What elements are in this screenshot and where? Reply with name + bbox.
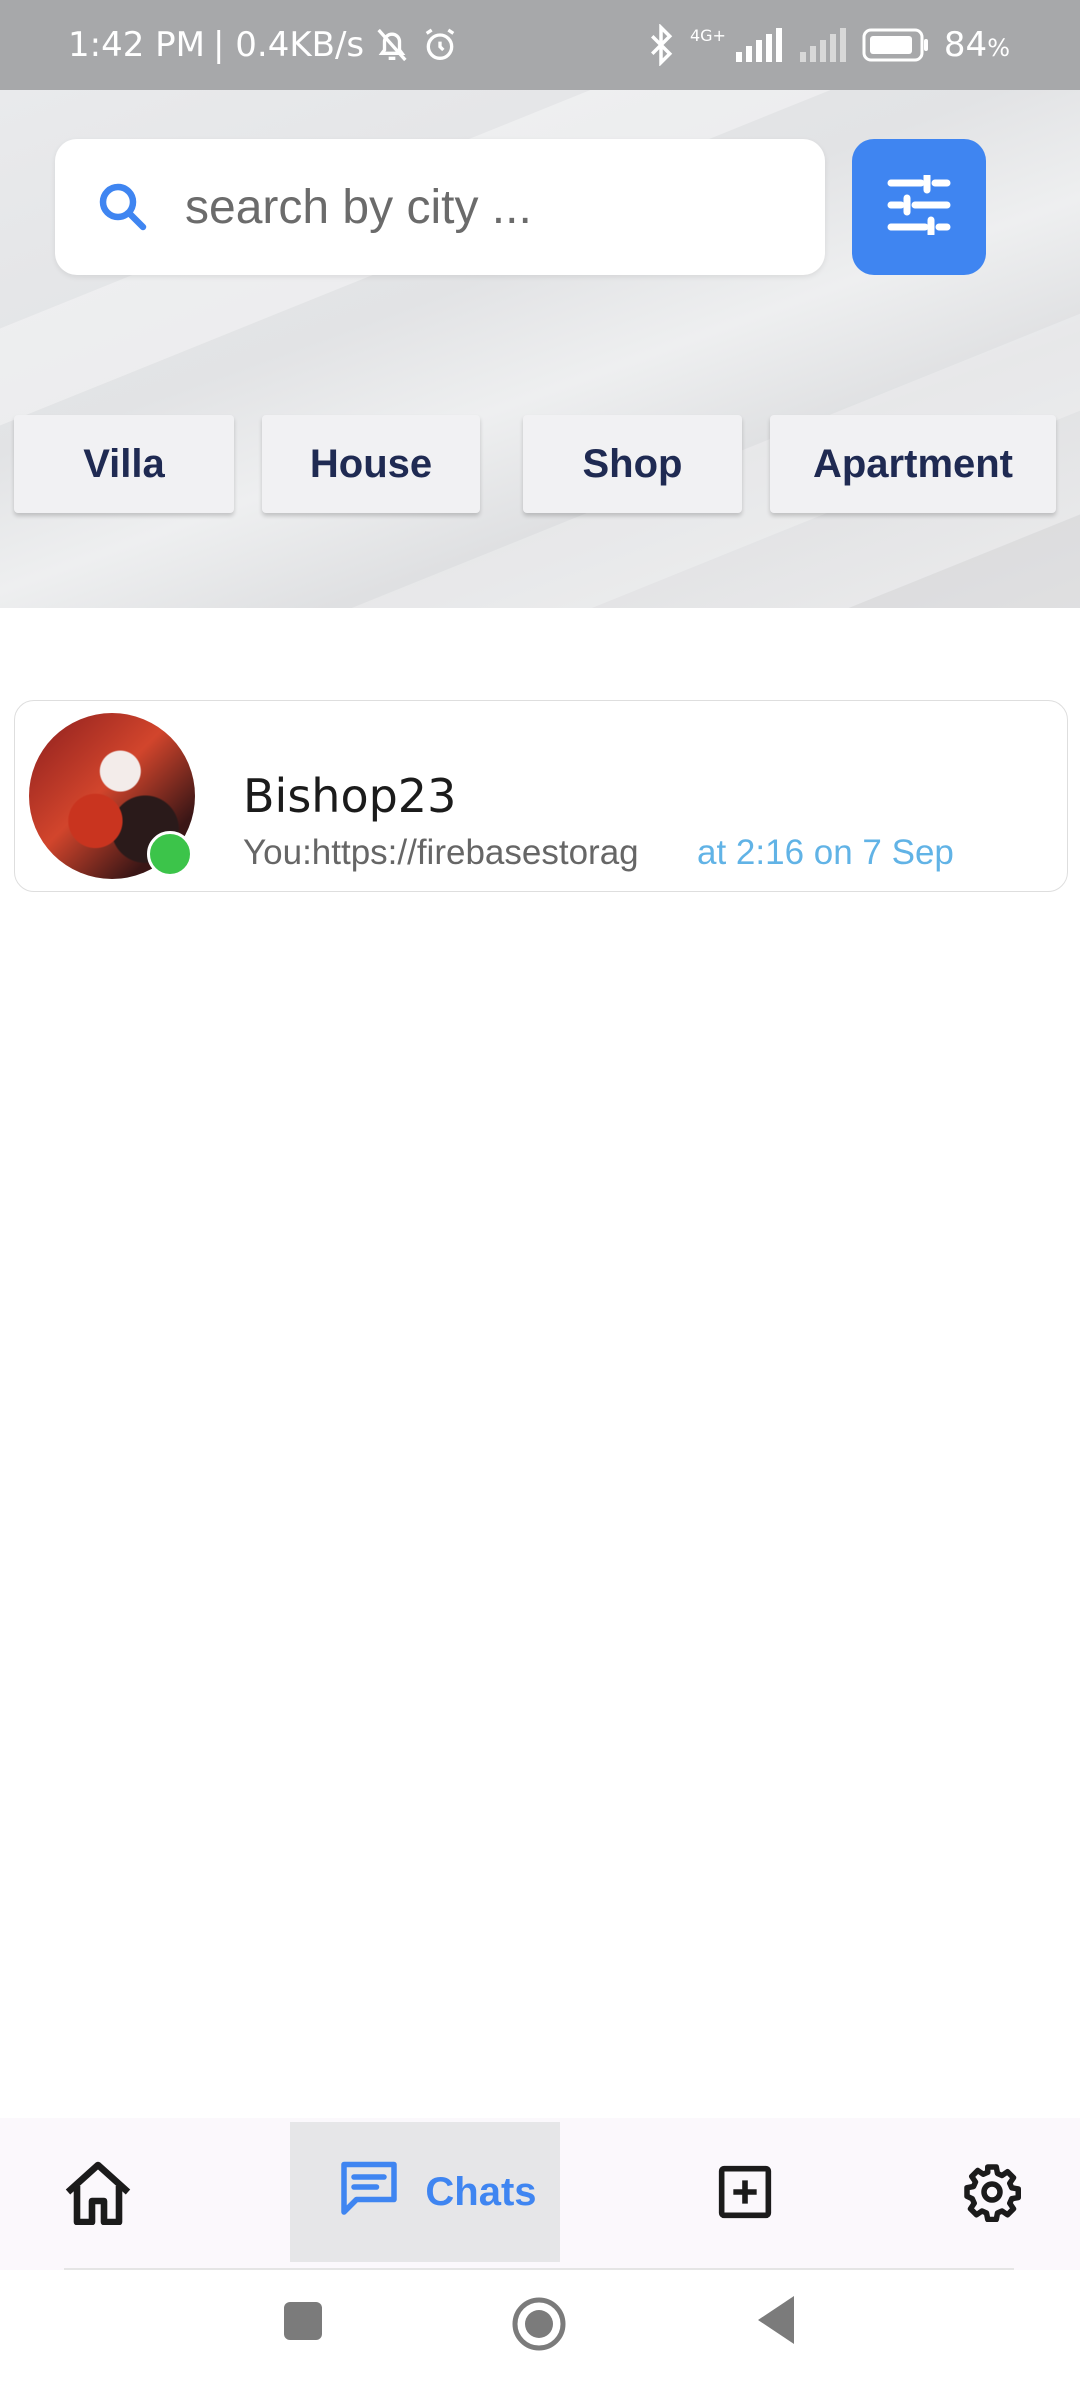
system-navigation-bar (0, 2272, 1080, 2400)
nav-chats[interactable]: Chats (290, 2122, 560, 2262)
nav-add[interactable] (695, 2118, 795, 2270)
back-button[interactable] (754, 2294, 796, 2351)
nav-home[interactable] (48, 2118, 148, 2270)
nav-divider (64, 2268, 1014, 2270)
recents-button[interactable] (282, 2300, 324, 2347)
header-banner: Villa House Shop Apartment (0, 90, 1080, 608)
status-time: 1:42 PM (68, 25, 205, 65)
category-chip-villa[interactable]: Villa (14, 415, 234, 513)
gear-icon (962, 2162, 1022, 2227)
status-bar: 1:42 PM | 0.4KB/s 4G+ 84% (0, 0, 1080, 90)
chat-name: Bishop23 (243, 769, 457, 823)
status-speed: | 0.4KB/s (213, 25, 365, 65)
category-chip-apartment[interactable]: Apartment (770, 415, 1056, 513)
add-box-icon (717, 2164, 773, 2225)
signal-icon (734, 28, 784, 62)
chat-icon (339, 2159, 399, 2225)
chat-timestamp: at 2:16 on 7 Sep (697, 833, 954, 872)
nav-chats-label: Chats (425, 2169, 537, 2214)
bell-off-icon (372, 25, 412, 65)
category-chip-house[interactable]: House (262, 415, 480, 513)
battery-icon (862, 28, 930, 62)
chat-last-message: You:https://firebasestorag (243, 833, 639, 872)
search-input[interactable] (183, 178, 787, 236)
bottom-navigation: Chats (0, 2118, 1080, 2270)
battery-level: 84 (943, 25, 988, 65)
sliders-icon (885, 172, 953, 240)
network-type: 4G+ (689, 26, 726, 45)
search-bar[interactable] (55, 139, 825, 275)
search-icon (93, 177, 153, 237)
category-chip-shop[interactable]: Shop (523, 415, 742, 513)
alarm-icon (420, 25, 460, 65)
nav-settings[interactable] (942, 2118, 1042, 2270)
home-button[interactable] (511, 2296, 567, 2357)
online-status-indicator (147, 831, 193, 877)
signal-weak-icon (798, 28, 848, 62)
battery-percent-sign: % (987, 34, 1010, 62)
bluetooth-icon (646, 24, 676, 66)
chat-list-item[interactable]: Bishop23 You:https://firebasestorag at 2… (14, 700, 1068, 892)
home-icon (62, 2159, 134, 2230)
filter-button[interactable] (852, 139, 986, 275)
